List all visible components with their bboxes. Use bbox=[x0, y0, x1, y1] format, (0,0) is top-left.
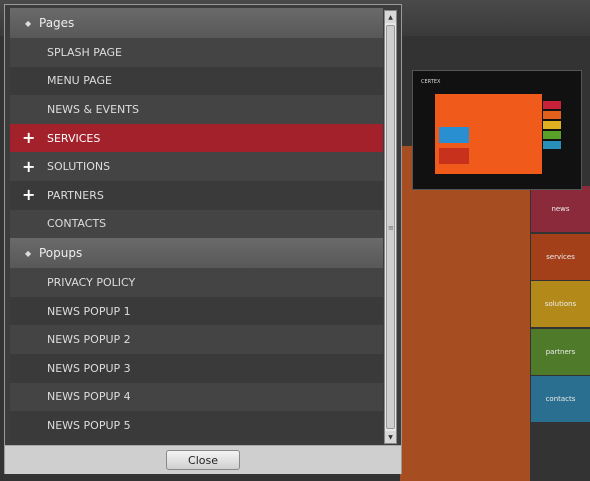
scrollbar-thumb[interactable]: ≡ bbox=[386, 25, 395, 429]
section-header-popups[interactable]: ◆ Popups bbox=[10, 238, 383, 269]
grip-icon: ≡ bbox=[388, 224, 394, 232]
list-item-label: SPLASH PAGE bbox=[47, 45, 123, 59]
list-item-label: SOLUTIONS bbox=[47, 160, 111, 174]
scroll-down-button[interactable]: ▼ bbox=[385, 431, 396, 443]
list-item[interactable]: + SERVICES bbox=[10, 123, 383, 153]
list-item-label: NEWS POPUP 4 bbox=[47, 390, 131, 404]
list-item[interactable]: + PARTNERS bbox=[10, 180, 383, 210]
list-item-label: NEWS & EVENTS bbox=[47, 102, 139, 116]
preview-tab bbox=[543, 141, 561, 149]
preview-image bbox=[439, 148, 469, 164]
list-item[interactable]: NEWS POPUP 3 bbox=[10, 353, 383, 383]
section-header-pages[interactable]: ◆ Pages bbox=[10, 8, 383, 38]
list-item-label: NEWS POPUP 1 bbox=[47, 304, 131, 318]
diamond-bullet-icon: ◆ bbox=[25, 18, 32, 28]
diamond-bullet-icon: ◆ bbox=[25, 248, 32, 258]
list-item[interactable]: NEWS POPUP 4 bbox=[10, 382, 383, 412]
list-item[interactable]: + SOLUTIONS bbox=[10, 152, 383, 181]
section-title: Pages bbox=[39, 16, 75, 30]
preview-image bbox=[439, 127, 469, 143]
nav-tile-solutions: solutions bbox=[531, 281, 590, 327]
list-item-label: PRIVACY POLICY bbox=[47, 275, 136, 289]
preview-tab bbox=[543, 131, 561, 139]
preview-tab bbox=[543, 121, 561, 129]
plus-icon[interactable]: + bbox=[22, 130, 35, 146]
plus-icon[interactable]: + bbox=[22, 187, 35, 203]
plus-icon[interactable]: + bbox=[22, 158, 35, 175]
list-item-label: CONTACTS bbox=[47, 217, 107, 231]
page-navigator-dialog: ◆ Pages SPLASH PAGE MENU PAGE NEWS & EVENTS +… bbox=[4, 4, 402, 474]
close-button[interactable]: Close bbox=[166, 450, 240, 470]
list-item-label: NEWS POPUP 3 bbox=[47, 361, 131, 375]
preview-tab bbox=[543, 101, 561, 109]
list-item[interactable]: SPLASH PAGE bbox=[10, 38, 383, 67]
list-item-label: NEWS POPUP 2 bbox=[47, 333, 131, 347]
section-title: Popups bbox=[39, 246, 83, 261]
list-item[interactable]: NEWS & EVENTS bbox=[10, 95, 383, 124]
preview-tab bbox=[543, 111, 561, 119]
list-item[interactable]: CONTACTS bbox=[10, 209, 383, 239]
list-item[interactable]: NEWS POPUP 2 bbox=[10, 325, 383, 354]
list-item-label: PARTNERS bbox=[47, 188, 104, 202]
list-item-label: MENU PAGE bbox=[47, 74, 112, 88]
page-list: ◆ Pages SPLASH PAGE MENU PAGE NEWS & EVENTS +… bbox=[10, 8, 383, 445]
template-preview-thumbnail: CERTEX bbox=[412, 70, 582, 190]
dialog-footer: Close bbox=[5, 445, 401, 474]
list-item[interactable]: NEWS POPUP 1 bbox=[10, 296, 383, 326]
site-content-panel bbox=[400, 146, 530, 481]
list-item-label: SERVICES bbox=[47, 131, 101, 145]
vertical-scrollbar[interactable]: ▲ ≡ ▼ bbox=[384, 10, 397, 444]
list-item[interactable]: PRIVACY POLICY bbox=[10, 268, 383, 297]
preview-logo: CERTEX bbox=[421, 79, 441, 85]
scroll-up-button[interactable]: ▲ bbox=[385, 11, 396, 23]
nav-tile-news: news bbox=[531, 186, 590, 232]
list-item[interactable]: NEWS POPUP 5 bbox=[10, 411, 383, 440]
list-item-label: NEWS POPUP 5 bbox=[47, 418, 131, 432]
nav-tile-partners: partners bbox=[531, 328, 590, 375]
nav-tile-contacts: contacts bbox=[531, 376, 590, 422]
list-item[interactable]: MENU PAGE bbox=[10, 66, 383, 96]
nav-tile-services: services bbox=[531, 233, 590, 280]
